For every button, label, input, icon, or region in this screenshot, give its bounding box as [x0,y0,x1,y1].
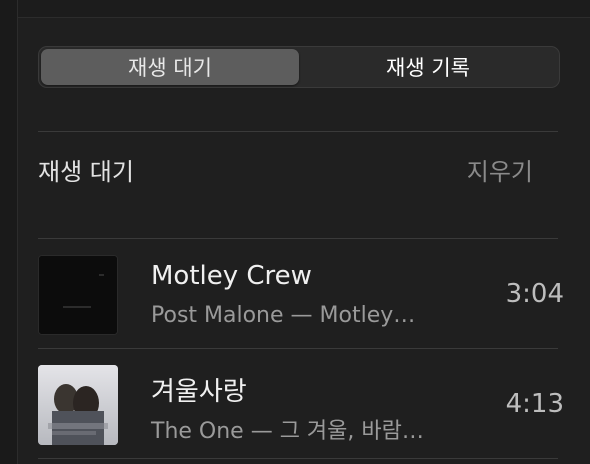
album-art-image [39,256,117,334]
track-duration: 4:13 [505,389,564,419]
divider [38,458,558,459]
track-duration: 3:04 [505,279,564,309]
divider [38,131,558,132]
track-subtitle: Post Malone — Motley… [151,303,416,328]
queue-history-segmented-control: 재생 대기 재생 기록 [38,46,560,88]
queue-window: 재생 대기 재생 기록 재생 대기 지우기 Motley Crew Post M… [0,0,590,464]
clear-button[interactable]: 지우기 [467,152,533,187]
album-art [38,365,118,445]
list-item[interactable]: 겨울사랑 The One — 그 겨울, 바람… 4:13 [38,349,564,455]
top-bar [18,0,590,18]
track-title: Motley Crew [151,261,312,291]
list-item[interactable]: Motley Crew Post Malone — Motley… 3:04 [38,239,564,345]
tab-up-next[interactable]: 재생 대기 [41,49,299,85]
track-title: 겨울사랑 [151,377,247,407]
tab-history[interactable]: 재생 기록 [299,49,557,85]
track-subtitle: The One — 그 겨울, 바람… [151,419,424,444]
album-art-image [38,365,118,445]
section-title: 재생 대기 [38,158,134,186]
sidebar-edge [0,0,18,464]
album-art [38,255,118,335]
